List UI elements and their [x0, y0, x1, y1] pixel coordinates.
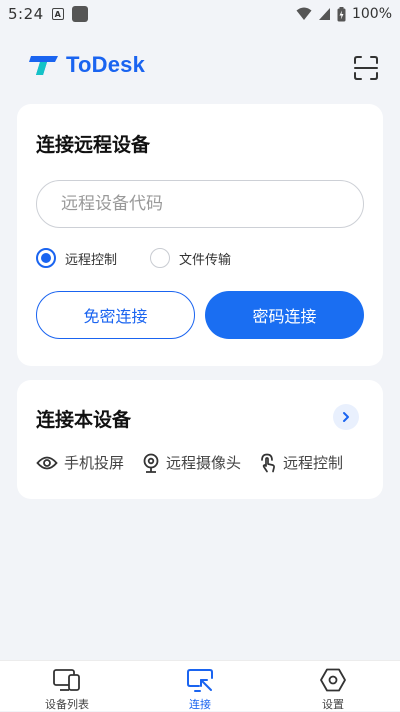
- battery-icon: [337, 6, 346, 21]
- bottom-navigation: 设备列表 连接 设置: [0, 660, 400, 711]
- feature-remote-camera[interactable]: 远程摄像头: [142, 452, 241, 473]
- feature-remote-camera-label: 远程摄像头: [166, 454, 242, 472]
- feature-remote-control-label: 远程控制: [283, 454, 344, 472]
- notification-a-icon: A: [51, 8, 64, 20]
- notification-square-icon: [71, 6, 88, 22]
- connect-this-device-more-button[interactable]: [333, 404, 359, 430]
- signal-icon: [318, 8, 330, 20]
- nav-device-list[interactable]: 设备列表: [27, 667, 107, 712]
- passwordless-connect-button[interactable]: 免密连接: [36, 291, 195, 339]
- battery-percent: 100%: [351, 6, 392, 22]
- connect-remote-title: 连接远程设备: [36, 134, 151, 156]
- feature-screen-mirror-label: 手机投屏: [64, 454, 125, 472]
- nav-settings[interactable]: 设置: [293, 667, 373, 712]
- radio-file-transfer[interactable]: 文件传输: [150, 248, 231, 268]
- connection-mode-group: 远程控制 文件传输: [36, 248, 231, 268]
- eye-icon: [36, 456, 58, 469]
- wifi-icon: [296, 7, 312, 20]
- chevron-right-icon: [343, 412, 349, 422]
- radio-file-transfer-label: 文件传输: [179, 252, 232, 268]
- logo-text: ToDesk: [66, 52, 146, 77]
- status-bar: 5:24 A 100%: [0, 0, 400, 28]
- touch-icon: [261, 453, 275, 472]
- remote-device-code-input[interactable]: [36, 180, 364, 228]
- scan-button[interactable]: [352, 54, 380, 82]
- webcam-icon: [143, 453, 159, 473]
- radio-remote-control-label: 远程控制: [65, 252, 118, 268]
- connect-this-device-title: 连接本设备: [36, 409, 132, 431]
- connect-icon: [187, 669, 213, 692]
- this-device-features: 手机投屏 远程摄像头 远程控制: [36, 452, 343, 473]
- devices-icon: [53, 669, 80, 691]
- status-right: 100%: [296, 6, 392, 22]
- status-time: 5:24: [8, 5, 44, 23]
- nav-connect[interactable]: 连接: [160, 667, 240, 712]
- app-header: ToDesk: [0, 46, 400, 90]
- scan-icon: [354, 56, 378, 80]
- feature-screen-mirror[interactable]: 手机投屏: [36, 452, 124, 473]
- connect-remote-card: 连接远程设备 远程控制 文件传输 免密连接 密码连接: [17, 104, 383, 366]
- connect-this-device-card: 连接本设备 手机投屏 远程摄像头 远程控制: [17, 380, 383, 499]
- todesk-logo: ToDesk: [28, 52, 145, 78]
- status-left: 5:24 A: [8, 5, 88, 23]
- password-connect-button[interactable]: 密码连接: [205, 291, 364, 339]
- radio-remote-control[interactable]: 远程控制: [36, 248, 117, 268]
- radio-remote-control-indicator[interactable]: [36, 248, 56, 268]
- settings-icon: [320, 668, 346, 692]
- feature-remote-control[interactable]: 远程控制: [259, 452, 343, 473]
- todesk-logo-icon: [29, 56, 58, 75]
- radio-file-transfer-indicator[interactable]: [150, 248, 171, 268]
